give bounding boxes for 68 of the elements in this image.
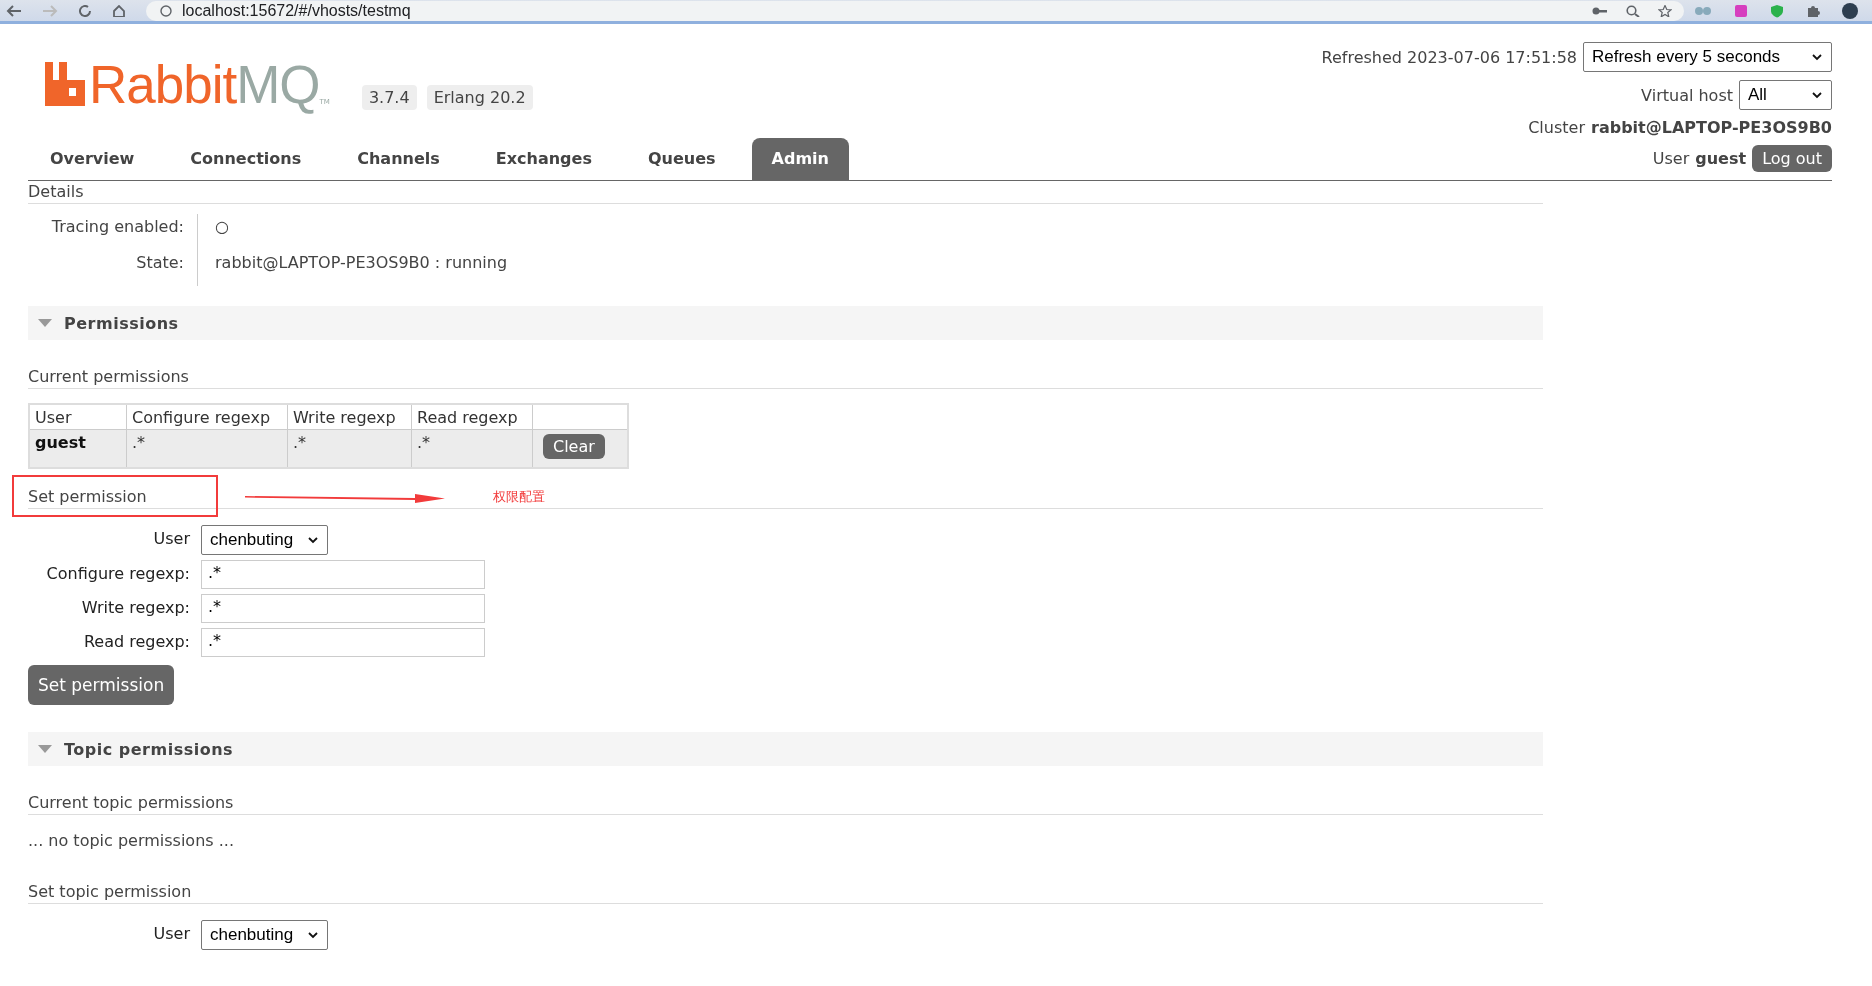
collapse-triangle-icon[interactable] bbox=[38, 318, 52, 328]
chevron-icon bbox=[307, 535, 319, 545]
clear-button[interactable]: Clear bbox=[543, 434, 605, 459]
field-label: User bbox=[152, 528, 190, 550]
home-icon[interactable] bbox=[112, 4, 126, 17]
section-header[interactable]: Permissions bbox=[28, 306, 1543, 340]
field-value: ○ bbox=[214, 216, 230, 238]
vhost-select[interactable]: All bbox=[1739, 80, 1832, 110]
version-badge: 3.7.4 bbox=[361, 85, 417, 110]
rabbit-logo-icon bbox=[45, 62, 85, 106]
field-label: Write regexp: bbox=[80, 597, 190, 619]
url-text: localhost:15672/#/vhosts/testmq bbox=[182, 1, 412, 20]
star-icon[interactable] bbox=[1658, 4, 1672, 17]
puzzle-icon[interactable] bbox=[1806, 3, 1820, 18]
nav-tab[interactable]: Queues bbox=[627, 138, 736, 180]
empty-message: ... no topic permissions ... bbox=[28, 831, 235, 852]
info-icon bbox=[160, 4, 172, 17]
section-heading: Set topic permission bbox=[28, 882, 192, 901]
version-badge: Erlang 20.2 bbox=[426, 85, 533, 110]
user-name: guest bbox=[1695, 149, 1747, 168]
chevron-icon bbox=[1811, 90, 1823, 100]
table-cell: guest bbox=[29, 429, 127, 468]
column-header: User bbox=[29, 404, 127, 430]
field-value: rabbit@LAPTOP-PE3OS9B0 : running bbox=[214, 252, 508, 274]
nav-tab[interactable]: Admin bbox=[751, 138, 849, 180]
section-heading: Details bbox=[28, 181, 1543, 204]
set-permission-button[interactable]: Set permission bbox=[28, 665, 175, 705]
field-label: Tracing enabled: bbox=[28, 214, 198, 250]
section-heading: Current topic permissions bbox=[28, 792, 1543, 815]
column-header: Write regexp bbox=[287, 404, 412, 430]
user-label: User bbox=[1652, 149, 1690, 168]
chevron-icon bbox=[1811, 52, 1823, 62]
table-cell: .* bbox=[287, 429, 412, 468]
nav-tab[interactable]: Channels bbox=[337, 138, 460, 180]
input-field[interactable]: .* bbox=[201, 628, 485, 657]
cluster-name: rabbit@LAPTOP-PE3OS9B0 bbox=[1591, 118, 1832, 137]
reload-icon[interactable] bbox=[78, 4, 92, 17]
column-header: Configure regexp bbox=[126, 404, 288, 430]
nav-tab[interactable]: Exchanges bbox=[475, 138, 612, 180]
column-header: Read regexp bbox=[411, 404, 533, 430]
refreshed-time: Refreshed 2023-07-06 17:51:58 bbox=[1321, 47, 1577, 67]
refresh-select[interactable]: Refresh every 5 seconds bbox=[1583, 42, 1832, 72]
cluster-label: Cluster bbox=[1528, 118, 1585, 137]
dropdown[interactable]: chenbuting bbox=[201, 920, 328, 950]
nav-tab[interactable]: Overview bbox=[30, 138, 155, 180]
input-field[interactable]: .* bbox=[201, 560, 485, 589]
logout-button[interactable]: Log out bbox=[1752, 145, 1832, 172]
dropdown[interactable]: chenbuting bbox=[201, 525, 328, 555]
section-heading: Current permissions bbox=[28, 366, 1543, 389]
collapse-triangle-icon[interactable] bbox=[38, 744, 52, 754]
avatar-icon[interactable] bbox=[1842, 2, 1858, 19]
field-label: State: bbox=[28, 250, 198, 286]
field-label: User bbox=[152, 923, 190, 945]
input-field[interactable]: .* bbox=[201, 594, 485, 623]
section-header[interactable]: Topic permissions bbox=[28, 732, 1543, 766]
zoom-icon[interactable] bbox=[1626, 4, 1640, 17]
field-label: Read regexp: bbox=[82, 631, 190, 653]
vhost-label: Virtual host bbox=[1641, 85, 1733, 105]
back-icon[interactable] bbox=[6, 4, 22, 17]
nav-tab[interactable]: Connections bbox=[170, 138, 322, 180]
annotation-note: 权限配置 bbox=[492, 487, 545, 506]
address-bar[interactable]: localhost:15672/#/vhosts/testmq bbox=[146, 0, 1684, 21]
table-cell: .* bbox=[411, 429, 533, 468]
section-heading: Set permission bbox=[28, 487, 147, 506]
chevron-icon bbox=[307, 930, 319, 940]
extension-badge-icon[interactable] bbox=[1734, 3, 1748, 18]
table-cell: .* bbox=[126, 429, 288, 468]
field-label: Configure regexp: bbox=[45, 563, 190, 585]
